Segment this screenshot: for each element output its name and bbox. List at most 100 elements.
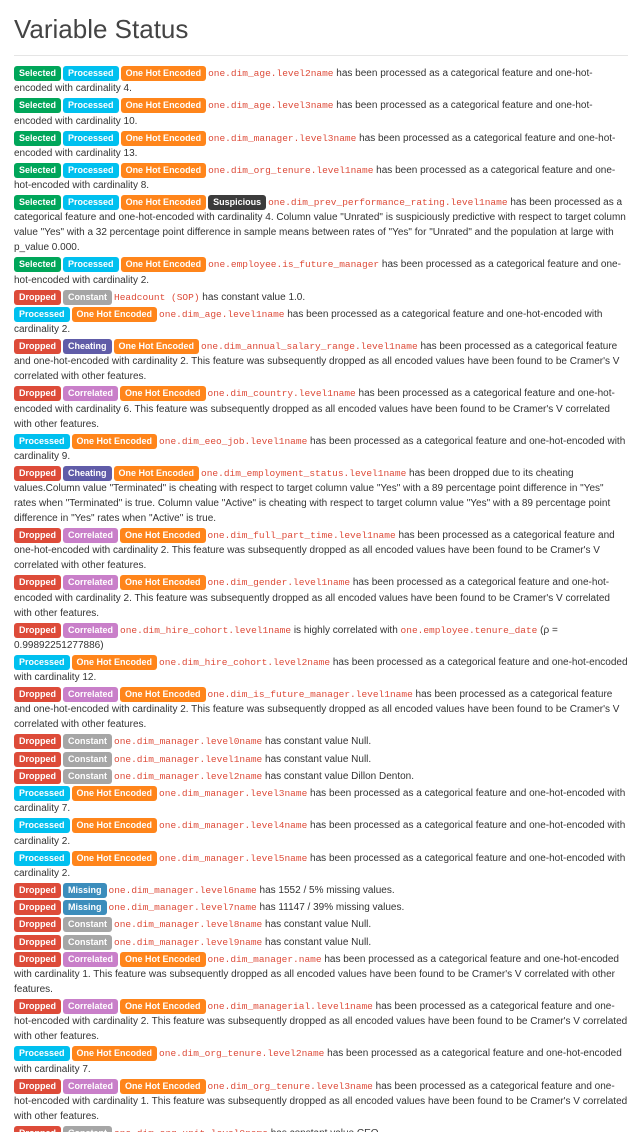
badge-ohe: One Hot Encoded — [121, 131, 207, 146]
variable-name: one.dim_age.level1name — [159, 309, 284, 320]
badge-ohe: One Hot Encoded — [121, 98, 207, 113]
badge-ohe: One Hot Encoded — [72, 1046, 158, 1061]
badge-dropped: Dropped — [14, 1079, 61, 1094]
status-text: has constant value Null. — [262, 736, 371, 747]
status-text: has constant value Null. — [262, 937, 371, 948]
status-row: DroppedCorrelatedOne Hot Encodedone.dim_… — [14, 999, 628, 1044]
variable-name: one.dim_org_tenure.level2name — [159, 1048, 324, 1059]
variable-name: one.dim_age.level2name — [208, 68, 333, 79]
variable-name: one.dim_org_unit.level0name — [114, 1128, 268, 1132]
badge-ohe: One Hot Encoded — [72, 307, 158, 322]
badge-ohe: One Hot Encoded — [114, 339, 200, 354]
variable-name: one.dim_employment_status.level1name — [201, 468, 406, 479]
badge-dropped: Dropped — [14, 883, 61, 898]
badge-selected: Selected — [14, 131, 61, 146]
variable-name: one.dim_prev_performance_rating.level1na… — [268, 197, 507, 208]
variable-name: one.employee.is_future_manager — [208, 259, 379, 270]
status-row: DroppedConstantone.dim_manager.level1nam… — [14, 752, 628, 767]
variable-name: one.dim_managerial.level1name — [208, 1001, 373, 1012]
badge-ohe: One Hot Encoded — [120, 952, 206, 967]
status-row: DroppedCorrelatedOne Hot Encodedone.dim_… — [14, 1079, 628, 1124]
badge-dropped: Dropped — [14, 339, 61, 354]
badge-dropped: Dropped — [14, 734, 61, 749]
status-text: has 11147 / 39% missing values. — [257, 902, 405, 913]
status-row: ProcessedOne Hot Encodedone.dim_manager.… — [14, 818, 628, 848]
variable-name: one.dim_manager.level3name — [159, 788, 307, 799]
badge-constant: Constant — [63, 917, 112, 932]
status-row: ProcessedOne Hot Encodedone.dim_eeo_job.… — [14, 434, 628, 464]
badge-dropped: Dropped — [14, 687, 61, 702]
badge-ohe: One Hot Encoded — [121, 163, 207, 178]
badge-constant: Constant — [63, 769, 112, 784]
badge-cheating: Cheating — [63, 466, 112, 481]
badge-dropped: Dropped — [14, 623, 61, 638]
status-row: DroppedMissingone.dim_manager.level7name… — [14, 900, 628, 915]
badge-selected: Selected — [14, 195, 61, 210]
status-row: SelectedProcessedOne Hot Encodedone.empl… — [14, 257, 628, 287]
status-row: SelectedProcessedOne Hot Encodedone.dim_… — [14, 98, 628, 128]
status-row: ProcessedOne Hot Encodedone.dim_hire_coh… — [14, 655, 628, 685]
status-text: is highly correlated with — [291, 625, 401, 636]
status-text: has 1552 / 5% missing values. — [257, 885, 395, 896]
variable-name: one.dim_age.level3name — [208, 100, 333, 111]
page-title: Variable Status — [14, 10, 628, 56]
variable-name: one.dim_country.level1name — [208, 388, 356, 399]
badge-correlated: Correlated — [63, 1079, 118, 1094]
status-row: DroppedCheatingOne Hot Encodedone.dim_an… — [14, 339, 628, 384]
status-row: DroppedMissingone.dim_manager.level6name… — [14, 883, 628, 898]
status-row: SelectedProcessedOne Hot Encodedone.dim_… — [14, 163, 628, 193]
status-row: DroppedConstantone.dim_manager.level2nam… — [14, 769, 628, 784]
status-row: DroppedConstantHeadcount (SOP) has const… — [14, 290, 628, 305]
variable-name: one.dim_manager.level0name — [114, 736, 262, 747]
status-row: DroppedCheatingOne Hot Encodedone.dim_em… — [14, 466, 628, 526]
badge-processed: Processed — [63, 163, 119, 178]
badge-ohe: One Hot Encoded — [72, 818, 158, 833]
badge-dropped: Dropped — [14, 900, 61, 915]
badge-correlated: Correlated — [63, 999, 118, 1014]
badge-suspicious: Suspicious — [208, 195, 266, 210]
badge-ohe: One Hot Encoded — [120, 386, 206, 401]
variable-name: one.dim_manager.level5name — [159, 853, 307, 864]
status-row: DroppedCorrelatedone.dim_hire_cohort.lev… — [14, 623, 628, 653]
status-row: ProcessedOne Hot Encodedone.dim_manager.… — [14, 786, 628, 816]
status-row: SelectedProcessedOne Hot Encodedone.dim_… — [14, 66, 628, 96]
badge-ohe: One Hot Encoded — [72, 786, 158, 801]
badge-dropped: Dropped — [14, 935, 61, 950]
variable-name: Headcount (SOP) — [114, 292, 200, 303]
status-text: has constant value Null. — [262, 754, 371, 765]
badge-dropped: Dropped — [14, 1126, 61, 1132]
status-row: ProcessedOne Hot Encodedone.dim_age.leve… — [14, 307, 628, 337]
status-row: DroppedConstantone.dim_manager.level9nam… — [14, 935, 628, 950]
variable-name: one.dim_full_part_time.level1name — [208, 530, 396, 541]
variable-name: one.dim_manager.level8name — [114, 919, 262, 930]
variable-name: one.dim_hire_cohort.level1name — [120, 625, 291, 636]
variable-name: one.dim_manager.level6name — [109, 885, 257, 896]
badge-missing: Missing — [63, 883, 107, 898]
badge-ohe: One Hot Encoded — [72, 655, 158, 670]
badge-ohe: One Hot Encoded — [120, 1079, 206, 1094]
variable-name: one.employee.tenure_date — [401, 625, 538, 636]
status-row: ProcessedOne Hot Encodedone.dim_org_tenu… — [14, 1046, 628, 1076]
badge-correlated: Correlated — [63, 623, 118, 638]
badge-processed: Processed — [14, 434, 70, 449]
variable-name: one.dim_is_future_manager.level1name — [208, 689, 413, 700]
badge-constant: Constant — [63, 734, 112, 749]
badge-processed: Processed — [14, 851, 70, 866]
badge-processed: Processed — [63, 131, 119, 146]
badge-dropped: Dropped — [14, 952, 61, 967]
badge-processed: Processed — [63, 66, 119, 81]
status-row: DroppedCorrelatedOne Hot Encodedone.dim_… — [14, 528, 628, 573]
badge-processed: Processed — [14, 818, 70, 833]
badge-ohe: One Hot Encoded — [120, 528, 206, 543]
badge-dropped: Dropped — [14, 769, 61, 784]
status-text: has constant value CEO. — [268, 1128, 381, 1132]
variable-name: one.dim_manager.level7name — [109, 902, 257, 913]
status-text: has constant value Dillon Denton. — [262, 771, 414, 782]
status-row: SelectedProcessedOne Hot Encodedone.dim_… — [14, 131, 628, 161]
badge-dropped: Dropped — [14, 386, 61, 401]
badge-dropped: Dropped — [14, 575, 61, 590]
badge-constant: Constant — [63, 935, 112, 950]
badge-ohe: One Hot Encoded — [121, 195, 207, 210]
variable-name: one.dim_org_tenure.level1name — [208, 165, 373, 176]
badge-ohe: One Hot Encoded — [120, 575, 206, 590]
